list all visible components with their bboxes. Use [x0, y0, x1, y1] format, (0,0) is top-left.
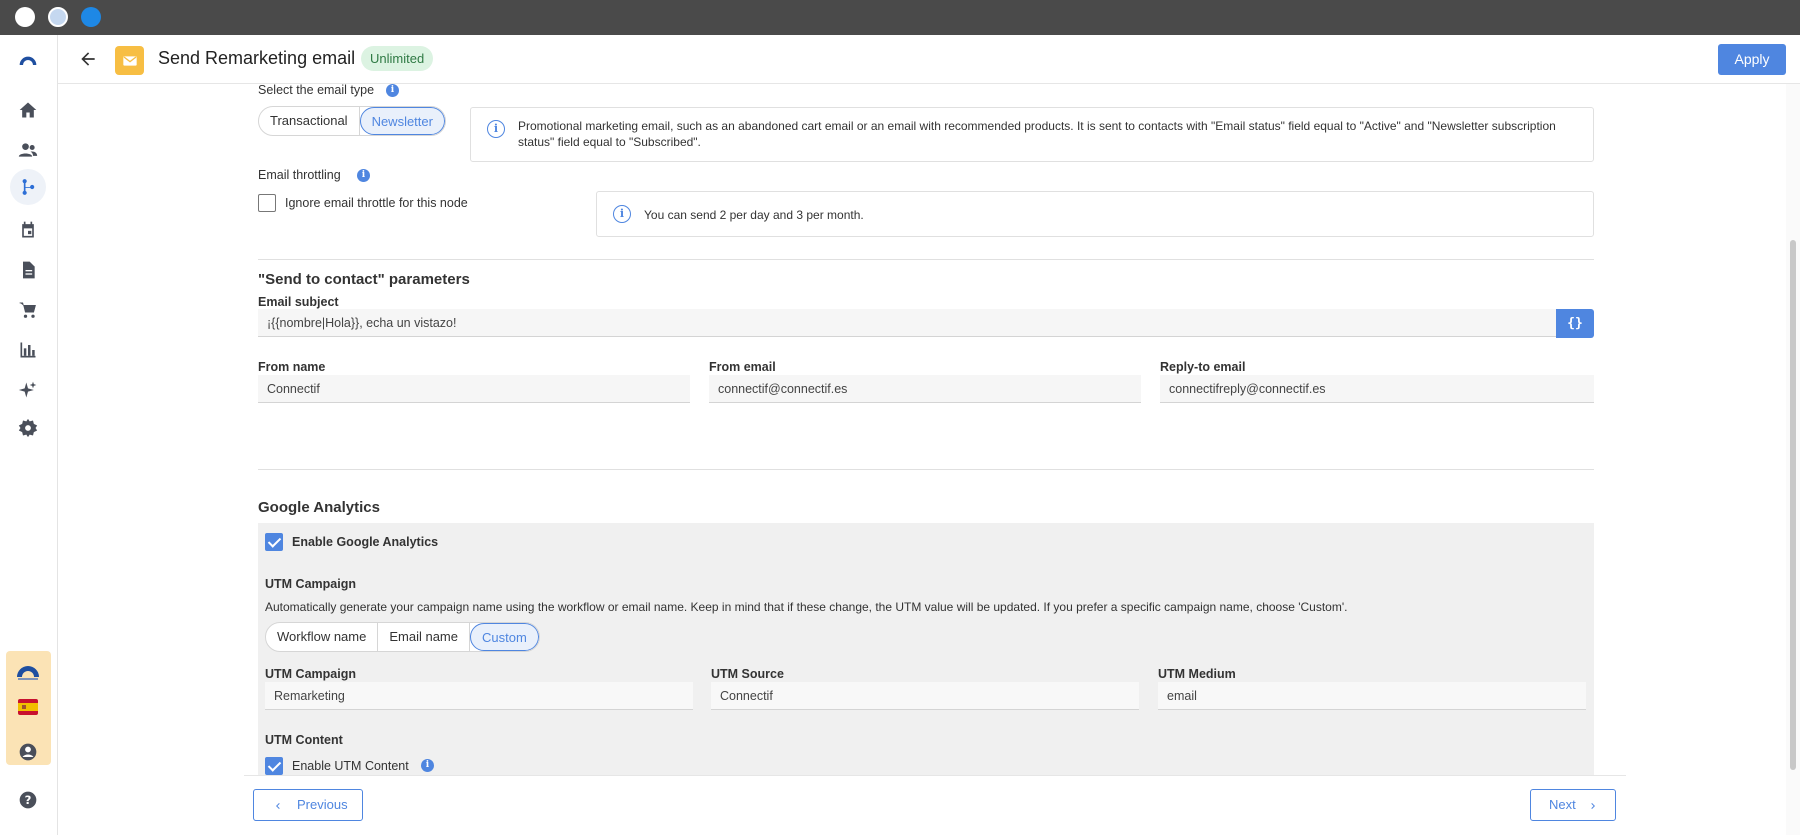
info-icon[interactable]: i [421, 759, 434, 772]
throttling-label: Email throttling [258, 168, 341, 182]
enable-ga-label: Enable Google Analytics [292, 535, 439, 549]
insert-variable-button[interactable]: {} [1556, 309, 1594, 338]
workflows-icon[interactable] [10, 169, 46, 205]
previous-label: Previous [297, 797, 348, 812]
window-maximize-button[interactable] [81, 7, 101, 27]
enable-utm-content-checkbox[interactable] [265, 757, 283, 775]
cart-icon[interactable] [13, 295, 43, 325]
utm-content-heading: UTM Content [265, 733, 343, 747]
from-name-input[interactable]: Connectif [258, 375, 690, 403]
google-analytics-heading: Google Analytics [258, 499, 380, 516]
window-close-button[interactable] [15, 7, 35, 27]
utm-source-input[interactable]: Connectif [711, 682, 1139, 710]
home-icon[interactable] [13, 95, 43, 125]
utm-campaign-input[interactable]: Remarketing [265, 682, 693, 710]
section-divider [258, 259, 1594, 260]
contacts-icon[interactable] [13, 135, 43, 165]
help-icon[interactable]: ? [13, 785, 43, 815]
throttle-info-text: You can send 2 per day and 3 per month. [644, 208, 864, 222]
throttle-info-box: i You can send 2 per day and 3 per month… [596, 191, 1594, 237]
campaign-option-custom[interactable]: Custom [469, 623, 539, 651]
sidebar: ? [0, 35, 58, 835]
document-icon[interactable] [13, 255, 43, 285]
info-icon[interactable]: i [357, 169, 370, 182]
analytics-icon[interactable] [13, 335, 43, 365]
from-email-label: From email [709, 360, 776, 374]
email-subject-input[interactable]: ¡{{nombre|Hola}}, echa un vistazo! [258, 309, 1556, 337]
from-email-input[interactable]: connectif@connectif.es [709, 375, 1141, 403]
page-header: Send Remarketing email Unlimited Apply [58, 35, 1800, 84]
footer-divider [244, 775, 1626, 776]
utm-medium-label: UTM Medium [1158, 667, 1236, 681]
utm-campaign-heading: UTM Campaign [265, 577, 356, 591]
brand-mini-icon[interactable] [15, 663, 41, 681]
email-type-selector: Transactional Newsletter [258, 106, 446, 136]
chevron-right-icon [1587, 790, 1599, 820]
spain-flag-icon[interactable] [18, 699, 38, 715]
previous-button[interactable]: Previous [253, 789, 363, 821]
page-title: Send Remarketing email [158, 48, 356, 68]
enable-utm-content-label: Enable UTM Content [292, 759, 409, 773]
reply-to-label: Reply-to email [1160, 360, 1246, 374]
info-circle-icon: i [487, 120, 505, 138]
next-button[interactable]: Next [1530, 789, 1616, 821]
back-arrow-icon[interactable] [76, 47, 100, 71]
window-titlebar [0, 0, 1800, 35]
user-account-icon[interactable] [13, 737, 43, 767]
next-label: Next [1549, 797, 1576, 812]
email-type-transactional[interactable]: Transactional [259, 107, 360, 135]
status-badge: Unlimited [361, 46, 434, 71]
section-divider [258, 469, 1594, 470]
utm-source-label: UTM Source [711, 667, 784, 681]
email-subject-label: Email subject [258, 295, 339, 309]
utm-medium-input[interactable]: email [1158, 682, 1586, 710]
ignore-throttle-label: Ignore email throttle for this node [285, 196, 468, 210]
calendar-icon[interactable] [13, 215, 43, 245]
info-circle-icon: i [613, 205, 631, 223]
email-type-newsletter[interactable]: Newsletter [359, 107, 445, 135]
reply-to-input[interactable]: connectifreply@connectif.es [1160, 375, 1594, 403]
email-type-label: Select the email type [258, 83, 375, 97]
window-minimize-button[interactable] [48, 7, 68, 27]
send-params-heading: "Send to contact" parameters [258, 271, 470, 288]
from-name-label: From name [258, 360, 326, 374]
utm-campaign-label: UTM Campaign [265, 667, 356, 681]
ignore-throttle-checkbox[interactable] [258, 194, 276, 212]
campaign-option-workflow-name[interactable]: Workflow name [266, 623, 379, 651]
chevron-left-icon [272, 790, 284, 820]
logo-icon[interactable] [13, 45, 43, 75]
campaign-option-email-name[interactable]: Email name [378, 623, 470, 651]
ai-sparkle-icon[interactable] [13, 375, 43, 405]
campaign-source-selector: Workflow name Email name Custom [265, 622, 540, 652]
settings-icon[interactable] [13, 413, 43, 443]
svg-text:?: ? [25, 793, 32, 807]
email-node-icon [115, 46, 144, 75]
utm-campaign-description: Automatically generate your campaign nam… [265, 600, 1348, 614]
newsletter-info-box: i Promotional marketing email, such as a… [470, 107, 1594, 162]
enable-ga-checkbox[interactable] [265, 533, 283, 551]
newsletter-info-text: Promotional marketing email, such as an … [518, 119, 1556, 149]
scrollbar-thumb[interactable] [1790, 240, 1796, 770]
apply-button[interactable]: Apply [1718, 44, 1786, 75]
info-icon[interactable]: i [386, 84, 399, 97]
